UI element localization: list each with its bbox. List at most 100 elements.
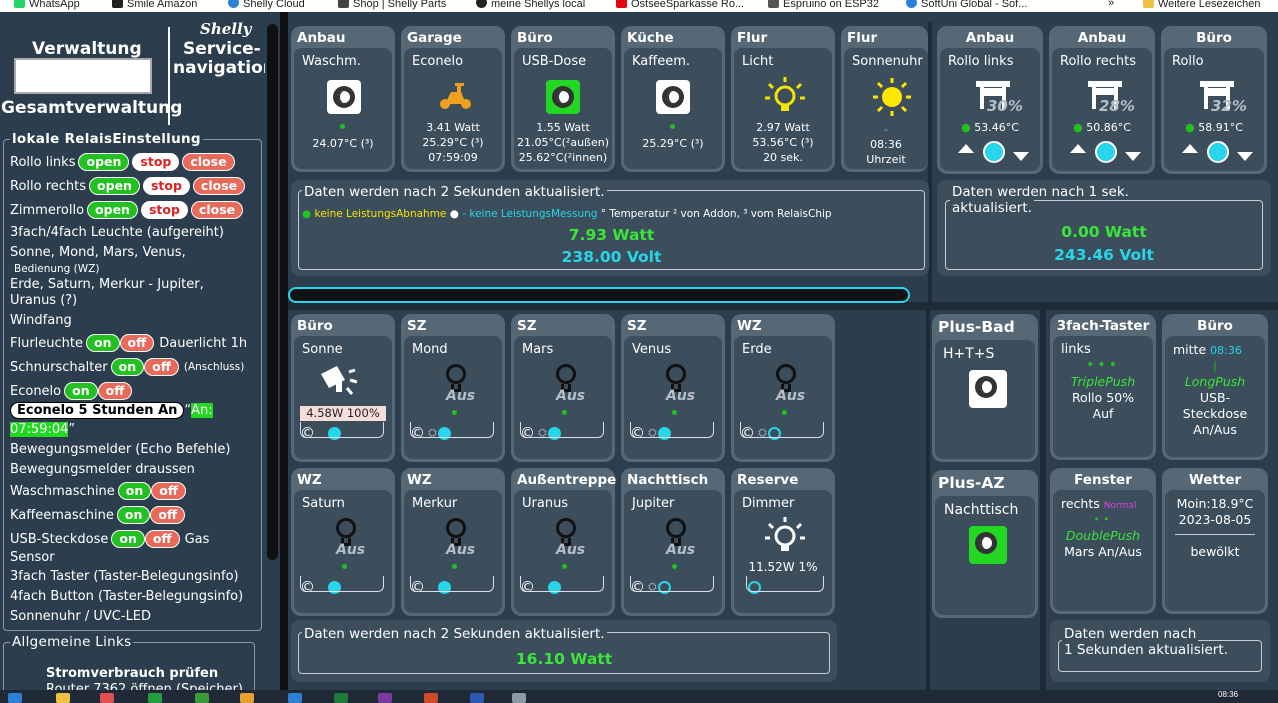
card-light-jupiter[interactable]: Nachttisch Jupiter Aus © ⛭ (621, 468, 725, 616)
navigation-label[interactable]: navigation (173, 58, 265, 78)
position-icon[interactable] (1095, 141, 1117, 163)
card-plus-bad[interactable]: Plus-Bad H+T+S (932, 314, 1038, 462)
econelo5-button[interactable]: Econelo 5 Stunden An (10, 402, 185, 419)
powerpoint-icon[interactable] (424, 693, 438, 703)
card-taster-mitte[interactable]: Büro mitte 08:36 | LongPush USB- Steckdo… (1162, 314, 1268, 460)
bookmark-softuni[interactable]: SoftUni Global - Sof... (906, 0, 1027, 10)
card-fenster[interactable]: Fenster rechts Normal •• DoublePush Mars… (1050, 468, 1156, 614)
card-light-venus[interactable]: SZ Venus Aus © ⛭ (621, 314, 725, 462)
econelo-on-button[interactable]: on (64, 382, 98, 400)
card-plus-az[interactable]: Plus-AZ Nachttisch (932, 470, 1038, 618)
waschmaschine-on-button[interactable]: on (117, 482, 152, 500)
zimmerollo-close-button[interactable]: close (190, 201, 244, 219)
card-waschmaschine[interactable]: Anbau Waschm. 24.07°C (³) (291, 26, 395, 172)
uranus-line[interactable]: Uranus (?) (10, 293, 77, 308)
zimmerollo-open-button[interactable]: open (87, 201, 138, 219)
button4-link[interactable]: 4fach Button (Taster-Belegungsinfo) (10, 589, 243, 604)
dauerlicht-link[interactable]: Dauerlicht 1h (159, 336, 247, 351)
bookmark-shellys-local[interactable]: meine Shellys local (476, 0, 585, 10)
sonne-line[interactable]: Sonne, Mond, Mars, Venus, (10, 245, 186, 260)
bookmark-shelly-cloud[interactable]: Shelly Cloud (228, 0, 305, 10)
app-icon[interactable] (100, 693, 114, 703)
brightness-slider[interactable] (520, 422, 604, 438)
bew-echo-link[interactable]: Bewegungsmelder (Echo Befehle) (10, 442, 230, 457)
rollo-rechts-close-button[interactable]: close (192, 177, 246, 195)
service-label[interactable]: Service- (183, 39, 261, 59)
word-icon[interactable] (470, 693, 484, 703)
left-scrollbar[interactable] (265, 22, 280, 562)
stromverbrauch-link[interactable]: Stromverbrauch prüfen (46, 666, 218, 681)
brightness-slider[interactable] (746, 576, 824, 592)
sonnenuhr-link[interactable]: Sonnenuhr / UVC-LED (10, 609, 151, 624)
up-arrow-icon[interactable] (1070, 144, 1086, 153)
router-link[interactable]: Router 7362 öffnen (Speicher) (46, 682, 243, 690)
rollo-links-close-button[interactable]: close (182, 153, 235, 171)
more-bookmarks-button[interactable]: » (1108, 0, 1114, 9)
bookmark-whatsapp[interactable]: WhatsApp (14, 0, 80, 10)
card-light-mars[interactable]: SZ Mars Aus © ⛭ (511, 314, 615, 462)
up-arrow-icon[interactable] (958, 144, 974, 153)
leuchte-link[interactable]: 3fach/4fach Leuchte (aufgereiht) (10, 225, 224, 240)
schnurschalter-off-button[interactable]: off (144, 358, 179, 376)
app-icon[interactable] (288, 693, 302, 703)
card-rollo-rechts[interactable]: Anbau Rollo rechts 28% ● 50.86°C (1049, 26, 1155, 174)
start-icon[interactable] (8, 693, 22, 703)
card-kaffeemaschine[interactable]: Küche Kaffeem. 25.29°C (³) (621, 26, 725, 172)
onenote-icon[interactable] (378, 693, 392, 703)
card-econelo[interactable]: Garage Econelo 3.41 Watt 25.29°C (³) 07:… (401, 26, 505, 172)
admin-input[interactable] (14, 58, 152, 94)
sensor-label[interactable]: Sensor (10, 550, 55, 565)
flurleuchte-on-button[interactable]: on (86, 334, 120, 352)
gesamtverwaltung-link[interactable]: Gesamtverwaltung (1, 98, 182, 118)
card-wetter[interactable]: Wetter Moin:18.9°C 2023-08-05 bewölkt (1162, 468, 1268, 614)
windfang-link[interactable]: Windfang (10, 313, 72, 328)
other-bookmarks-folder[interactable]: Weitere Lesezeichen (1143, 0, 1261, 10)
card-flur-licht[interactable]: Flur Licht 2.97 Watt 53.56°C (³) 20 sek. (731, 26, 835, 172)
bookmark-shop[interactable]: Shop | Shelly Parts (338, 0, 446, 10)
bookmark-sparkasse[interactable]: OstseeSparkasse Ro... (616, 0, 744, 10)
down-arrow-icon[interactable] (1125, 152, 1141, 161)
rollo-links-open-button[interactable]: open (78, 153, 130, 171)
econelo-off-button[interactable]: off (97, 382, 133, 400)
brightness-slider[interactable] (300, 576, 384, 592)
brightness-slider[interactable] (630, 422, 714, 438)
app-icon[interactable] (512, 693, 526, 703)
rollo-rechts-stop-button[interactable]: stop (142, 177, 190, 195)
brightness-slider[interactable] (520, 576, 604, 592)
card-taster-links[interactable]: 3fach-Taster links ••• TriplePush Rollo … (1050, 314, 1156, 460)
rollo-rechts-open-button[interactable]: open (89, 177, 140, 195)
bookmark-espruino[interactable]: Espruino on ESP32 (768, 0, 879, 10)
bew-draussen-link[interactable]: Bewegungsmelder draussen (10, 462, 195, 477)
flurleuchte-off-button[interactable]: off (119, 334, 155, 352)
card-light-merkur[interactable]: WZ Merkur Aus © (401, 468, 505, 616)
card-light-saturn[interactable]: WZ Saturn Aus © (291, 468, 395, 616)
card-light-mond[interactable]: SZ Mond Aus © ⛭ (401, 314, 505, 462)
explorer-icon[interactable] (56, 693, 70, 703)
excel-icon[interactable] (334, 693, 348, 703)
horizontal-scrollbar[interactable] (288, 287, 910, 303)
kaffeemaschine-on-button[interactable]: on (116, 506, 151, 524)
position-icon[interactable] (1207, 141, 1229, 163)
brightness-slider[interactable] (410, 576, 494, 592)
waschmaschine-off-button[interactable]: off (151, 482, 187, 500)
brightness-slider[interactable] (630, 576, 714, 592)
position-icon[interactable] (983, 141, 1005, 163)
gas-label[interactable]: Gas (185, 532, 210, 547)
bookmark-amazon[interactable]: Smile Amazon (112, 0, 197, 10)
down-arrow-icon[interactable] (1237, 152, 1253, 161)
card-light-erde[interactable]: WZ Erde Aus © ⛭ (731, 314, 835, 462)
rollo-links-stop-button[interactable]: stop (132, 153, 180, 171)
card-rollo-buero[interactable]: Büro Rollo 32% ● 58.91°C (1161, 26, 1267, 174)
up-arrow-icon[interactable] (1182, 144, 1198, 153)
zimmerollo-stop-button[interactable]: stop (140, 201, 188, 219)
chrome-icon[interactable] (240, 693, 254, 703)
brightness-slider[interactable] (300, 422, 384, 438)
schnurschalter-on-button[interactable]: on (110, 358, 145, 376)
card-rollo-links[interactable]: Anbau Rollo links 30% ● 53.46°C (937, 26, 1043, 174)
taster3-link[interactable]: 3fach Taster (Taster-Belegungsinfo) (10, 569, 239, 584)
erde-line[interactable]: Erde, Saturn, Merkur - Jupiter, (10, 277, 204, 292)
app-icon[interactable] (195, 693, 209, 703)
card-light-uranus[interactable]: Außentreppe Uranus Aus © (511, 468, 616, 616)
down-arrow-icon[interactable] (1013, 152, 1029, 161)
usb-on-button[interactable]: on (111, 530, 145, 548)
